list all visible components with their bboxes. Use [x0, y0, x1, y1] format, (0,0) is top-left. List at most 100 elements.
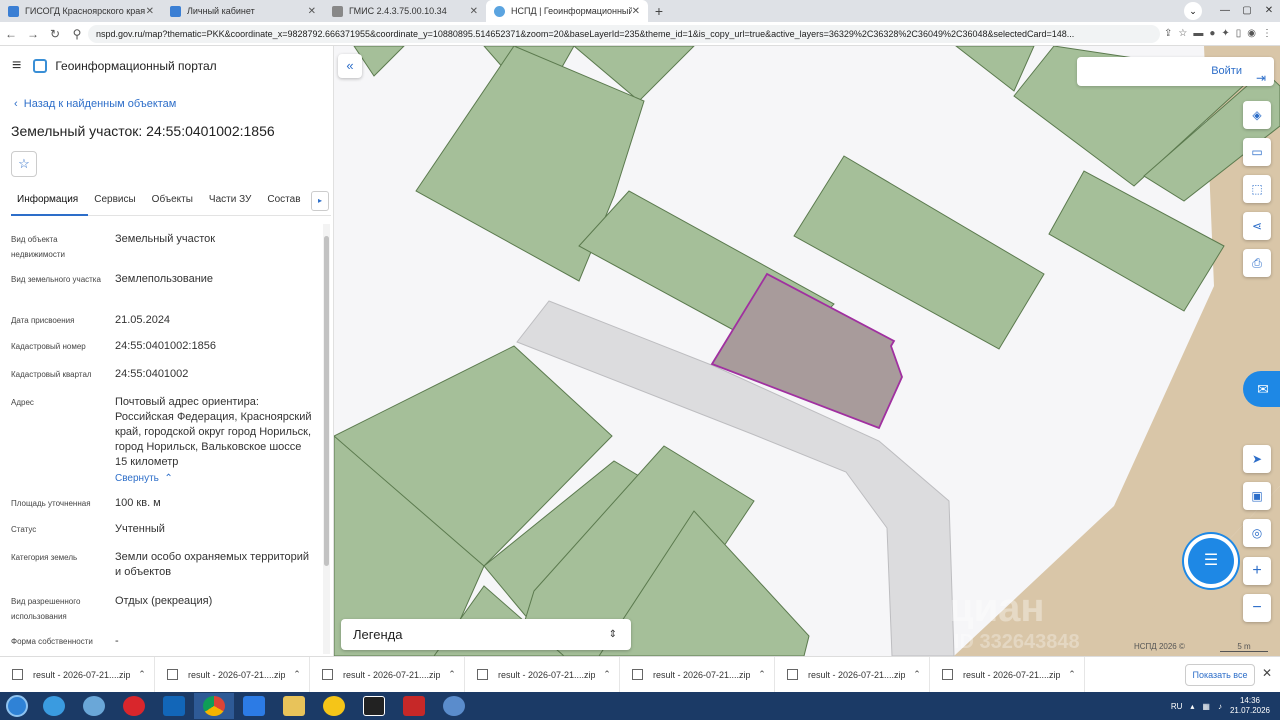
tabs-scroll-right-icon[interactable]: ▸	[311, 191, 329, 211]
property-value[interactable]: 24:55:0401002:1856	[115, 339, 315, 354]
minimap-button[interactable]: ▣	[1243, 482, 1271, 510]
taskbar-app[interactable]	[434, 693, 474, 719]
taskbar-app[interactable]	[394, 693, 434, 719]
volume-icon[interactable]: ♪	[1218, 702, 1222, 711]
print-button[interactable]: ⎙	[1243, 249, 1271, 277]
browser-tab-active[interactable]: НСПД | Геоинформационный п ✕	[486, 0, 648, 22]
start-button[interactable]	[0, 692, 34, 720]
chevron-up-icon[interactable]: ⌃	[440, 669, 464, 680]
taskbar-app[interactable]	[154, 693, 194, 719]
tray-arrow-icon[interactable]: ▴	[1190, 702, 1194, 711]
bookmark-star-icon[interactable]: ☆	[1178, 28, 1187, 39]
taskbar-app[interactable]	[274, 693, 314, 719]
maximize-button[interactable]: ▢	[1236, 0, 1258, 22]
login-button[interactable]: Войти ⇥	[1077, 57, 1274, 86]
taskbar-app[interactable]	[114, 693, 154, 719]
taskbar-app[interactable]	[354, 693, 394, 719]
extension-icon[interactable]: ●	[1209, 28, 1215, 39]
tab-info[interactable]: Информация	[11, 188, 89, 216]
close-download-bar-icon[interactable]: ✕	[1262, 666, 1272, 680]
puzzle-icon[interactable]: ✦	[1221, 28, 1229, 39]
collapse-panel-button[interactable]: «	[338, 54, 362, 78]
locate-button[interactable]: ➤	[1243, 445, 1271, 473]
download-item[interactable]: result - 2026-07-21....zip ⌃	[0, 656, 155, 693]
share-icon: ⋖	[1251, 219, 1263, 233]
tab-search-icon[interactable]: ⌄	[1184, 2, 1202, 20]
taskbar-app[interactable]	[314, 693, 354, 719]
chevron-up-icon[interactable]: ⌃	[1060, 669, 1084, 680]
clock[interactable]: 14:36 21.07.2026	[1230, 696, 1270, 716]
minimize-button[interactable]: —	[1214, 0, 1236, 22]
chevron-up-icon[interactable]: ⌃	[750, 669, 774, 680]
browser-tab[interactable]: Личный кабинет ✕	[162, 0, 324, 22]
extension-icon[interactable]: ▬	[1193, 28, 1203, 39]
download-item[interactable]: result - 2026-07-21....zip ⌃	[465, 656, 620, 693]
panel-scrollbar[interactable]	[323, 224, 330, 654]
browser-tab[interactable]: ГИСОГД Красноярского края ✕	[0, 0, 162, 22]
map-canvas[interactable]	[334, 46, 1280, 656]
tab-services[interactable]: Сервисы	[88, 188, 145, 216]
scrollbar-thumb[interactable]	[324, 236, 329, 566]
zoom-out-button[interactable]: −	[1243, 594, 1271, 622]
chat-bubble-button[interactable]: ☰	[1188, 538, 1234, 584]
close-icon[interactable]: ✕	[146, 6, 154, 17]
taskbar-app[interactable]	[34, 693, 74, 719]
url-input[interactable]: nspd.gov.ru/map?thematic=PKK&coordinate_…	[88, 24, 1160, 43]
chevron-up-icon[interactable]: ⌃	[905, 669, 929, 680]
map-view[interactable]: циан ID 332643848 « Войти ⇥ ◈ ▭ ⬚ ⋖ ⎙ ✉ ➤…	[334, 46, 1280, 656]
new-tab-button[interactable]: +	[648, 0, 670, 22]
legend-dropdown[interactable]: Легенда ⇕	[341, 619, 631, 650]
tab-parts[interactable]: Части ЗУ	[203, 188, 261, 216]
network-icon[interactable]: ▦	[1202, 702, 1210, 711]
ruler-button[interactable]: ▭	[1243, 138, 1271, 166]
sidebar-icon[interactable]: ▯	[1236, 28, 1242, 39]
download-item[interactable]: result - 2026-07-21....zip ⌃	[930, 656, 1085, 693]
forward-arrow-icon[interactable]: →	[22, 27, 44, 41]
property-label: Статус	[11, 525, 37, 534]
menu-dots-icon[interactable]: ⋮	[1262, 28, 1272, 39]
share-button[interactable]: ⋖	[1243, 212, 1271, 240]
language-indicator[interactable]: RU	[1171, 702, 1183, 711]
property-label: Кадастровый квартал	[11, 370, 92, 379]
parcel[interactable]	[955, 46, 1035, 92]
select-area-button[interactable]: ⬚	[1243, 175, 1271, 203]
portal-logo-icon	[33, 59, 48, 73]
download-item[interactable]: result - 2026-07-21....zip ⌃	[775, 656, 930, 693]
layers-button[interactable]: ◈	[1243, 101, 1271, 129]
close-icon[interactable]: ✕	[308, 6, 316, 17]
back-arrow-icon[interactable]: ←	[0, 27, 22, 41]
parcel[interactable]	[1048, 170, 1225, 312]
download-item[interactable]: result - 2026-07-21....zip ⌃	[620, 656, 775, 693]
back-to-results-link[interactable]: ‹ Назад к найденным объектам	[14, 98, 176, 110]
share-icon[interactable]: ⇪	[1164, 28, 1172, 39]
download-item[interactable]: result - 2026-07-21....zip ⌃	[155, 656, 310, 693]
show-all-downloads-button[interactable]: Показать все	[1185, 664, 1255, 686]
tab-objects[interactable]: Объекты	[146, 188, 203, 216]
favicon-icon	[494, 5, 505, 17]
profile-icon[interactable]: ◉	[1247, 28, 1256, 39]
collapse-link[interactable]: Свернуть ⌃	[115, 471, 315, 486]
site-info-icon[interactable]: ⚲	[66, 27, 88, 41]
reload-icon[interactable]: ↻	[44, 27, 66, 41]
download-item[interactable]: result - 2026-07-21....zip ⌃	[310, 656, 465, 693]
hamburger-menu-icon[interactable]: ≡	[12, 57, 21, 75]
taskbar-app[interactable]	[74, 693, 114, 719]
chevron-up-icon[interactable]: ⌃	[130, 669, 154, 680]
feedback-side-button[interactable]: ✉	[1243, 371, 1280, 407]
favorite-star-button[interactable]: ☆	[11, 151, 37, 177]
taskbar-app[interactable]	[194, 693, 234, 719]
chevron-up-icon[interactable]: ⌃	[285, 669, 309, 680]
info-panel: ≡ Геоинформационный портал ‹ Назад к най…	[0, 46, 334, 656]
watermark-logo: циан	[949, 586, 1045, 630]
taskbar-app[interactable]	[234, 693, 274, 719]
close-icon[interactable]: ✕	[470, 6, 478, 17]
chevron-up-icon[interactable]: ⌃	[595, 669, 619, 680]
zoom-in-button[interactable]: +	[1243, 557, 1271, 585]
close-icon[interactable]: ✕	[632, 6, 640, 17]
browser-tab[interactable]: ГМИС 2.4.3.75.00.10.34 ✕	[324, 0, 486, 22]
geolocation-button[interactable]: ◎	[1243, 519, 1271, 547]
tab-composition[interactable]: Состав	[261, 188, 310, 216]
close-window-button[interactable]: ✕	[1258, 0, 1280, 22]
property-value[interactable]: 24:55:0401002	[115, 367, 315, 382]
app-icon	[243, 696, 265, 716]
